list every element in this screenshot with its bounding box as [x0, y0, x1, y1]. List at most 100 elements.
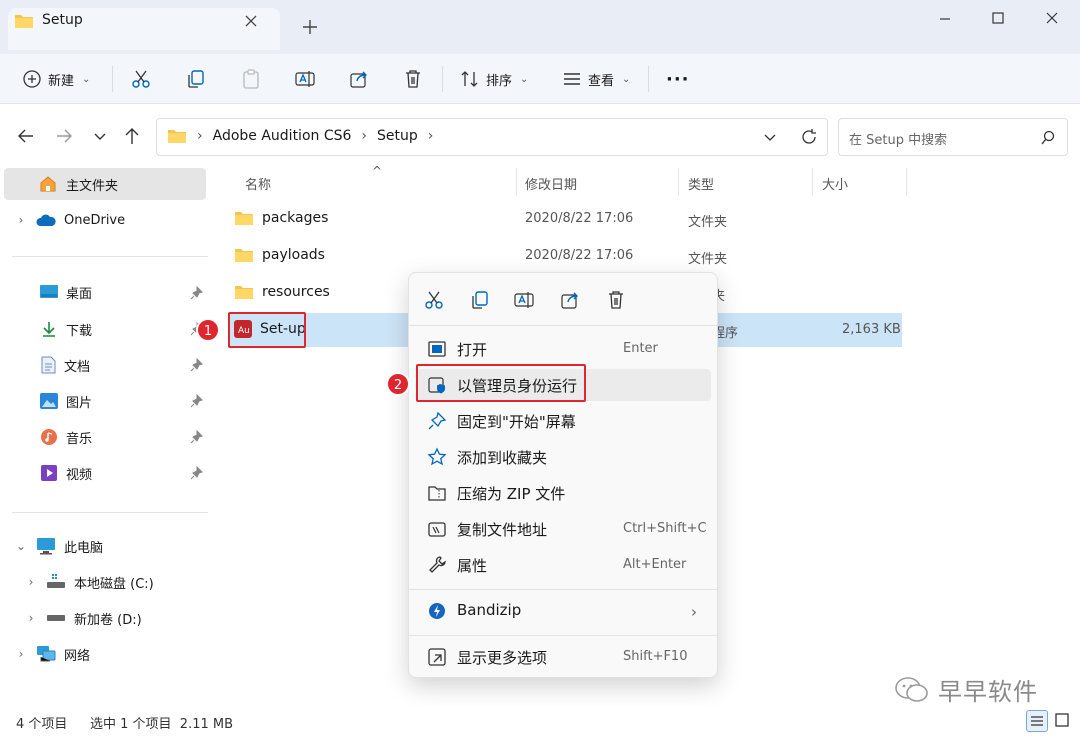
drive-c-icon: [47, 574, 65, 588]
menu-item-label: 压缩为 ZIP 文件: [457, 485, 566, 503]
refresh-icon[interactable]: [799, 127, 819, 147]
delete-button[interactable]: [402, 65, 424, 93]
chevron-down-icon[interactable]: [761, 128, 779, 146]
folder-icon: [235, 212, 253, 225]
download-icon: [43, 322, 55, 337]
divider: [409, 325, 717, 326]
column-header-modified[interactable]: 修改日期: [525, 174, 577, 193]
column-header-size[interactable]: 大小: [822, 174, 848, 193]
close-tab-icon[interactable]: [240, 10, 262, 32]
pin-icon[interactable]: [190, 286, 204, 300]
sidebar-item-documents[interactable]: 文档: [40, 349, 90, 381]
minimize-icon[interactable]: [930, 8, 960, 30]
column-separator[interactable]: [516, 168, 517, 196]
menu-item-copy-path[interactable]: 复制文件地址 Ctrl+Shift+C: [417, 513, 711, 545]
column-separator[interactable]: [678, 168, 679, 196]
menu-shortcut: Alt+Enter: [623, 557, 687, 572]
breadcrumb: › Adobe Audition CS6 › Setup ›: [167, 127, 433, 145]
column-separator[interactable]: [812, 168, 813, 196]
table-row[interactable]: payloads 2020/8/22 17:06 文件夹: [228, 239, 902, 273]
menu-item-compress-zip[interactable]: 压缩为 ZIP 文件: [417, 477, 711, 509]
sidebar-item-videos[interactable]: 视频: [40, 457, 92, 489]
sidebar-item-drive-c[interactable]: › 本地磁盘 (C:): [24, 566, 154, 598]
menu-item-open[interactable]: 打开 Enter: [417, 333, 711, 365]
address-bar[interactable]: › Adobe Audition CS6 › Setup ›: [156, 118, 828, 156]
share-button[interactable]: [348, 65, 370, 93]
back-icon[interactable]: [16, 126, 36, 146]
plus-circle-icon: [23, 70, 41, 88]
maximize-icon[interactable]: [984, 6, 1012, 30]
pin-icon[interactable]: [190, 394, 204, 408]
breadcrumb-item[interactable]: Setup: [377, 128, 418, 144]
copy-path-icon: [427, 519, 447, 539]
column-separator[interactable]: [906, 168, 907, 196]
forward-icon[interactable]: [54, 126, 74, 146]
trash-icon[interactable]: [605, 289, 627, 311]
chevron-down-icon: ⌄: [15, 539, 27, 553]
chevron-down-icon: ⌄: [82, 73, 91, 85]
sidebar-item-network[interactable]: › 网络: [14, 638, 90, 670]
pin-icon[interactable]: [190, 430, 204, 444]
chevron-down-icon: ⌄: [622, 73, 631, 85]
window-close-icon[interactable]: [1038, 6, 1066, 30]
sort-button[interactable]: 排序 ⌄: [460, 65, 528, 93]
sidebar-item-this-pc[interactable]: ⌄ 此电脑: [14, 530, 103, 562]
sidebar-item-onedrive[interactable]: › OneDrive: [14, 204, 126, 236]
chevron-right-icon: ›: [197, 128, 203, 144]
up-icon[interactable]: [122, 126, 142, 146]
highlight-box: [228, 312, 306, 348]
column-header-type[interactable]: 类型: [688, 174, 714, 193]
selection-info: 选中 1 个项目 2.11 MB: [90, 717, 234, 732]
sidebar-item-pictures[interactable]: 图片: [40, 385, 92, 417]
paste-button[interactable]: [240, 65, 262, 93]
cloud-icon: [36, 214, 56, 226]
menu-item-properties[interactable]: 属性 Alt+Enter: [417, 549, 711, 581]
pin-icon[interactable]: [190, 358, 204, 372]
menu-shortcut: Shift+F10: [623, 649, 688, 664]
sidebar-item-drive-d[interactable]: › 新加卷 (D:): [24, 602, 142, 634]
share-icon[interactable]: [559, 289, 581, 311]
breadcrumb-item[interactable]: Adobe Audition CS6: [213, 128, 352, 144]
sidebar-item-desktop[interactable]: 桌面: [40, 276, 92, 308]
table-row[interactable]: packages 2020/8/22 17:06 文件夹: [228, 202, 902, 236]
copy-icon[interactable]: [469, 289, 491, 311]
cut-button[interactable]: [130, 65, 152, 93]
divider: [409, 635, 717, 636]
more-options-button[interactable]: ···: [666, 65, 690, 93]
tiles-view-icon[interactable]: [1052, 710, 1074, 732]
scissors-icon[interactable]: [423, 289, 445, 311]
sidebar-item-label: 下载: [66, 323, 93, 339]
sort-label: 排序: [486, 73, 513, 89]
sidebar-item-music[interactable]: 音乐: [40, 421, 92, 453]
copy-button[interactable]: [185, 65, 207, 93]
sidebar-item-label: 文档: [64, 359, 91, 375]
menu-item-add-favorites[interactable]: 添加到收藏夹: [417, 441, 711, 473]
folder-icon: [235, 286, 253, 299]
details-view-icon[interactable]: [1026, 710, 1048, 732]
menu-item-pin-start[interactable]: 固定到"开始"屏幕: [417, 405, 711, 437]
watermark-text: 早早软件: [938, 678, 1038, 706]
menu-item-bandizip[interactable]: Bandizip ›: [417, 595, 711, 627]
search-box[interactable]: 在 Setup 中搜索: [838, 118, 1068, 156]
file-type: 文件夹: [688, 215, 728, 230]
column-header-name[interactable]: 名称: [245, 174, 271, 193]
pin-icon[interactable]: [190, 466, 204, 480]
menu-item-show-more[interactable]: 显示更多选项 Shift+F10: [417, 641, 711, 673]
zip-folder-icon: [427, 483, 447, 503]
menu-item-label: Bandizip: [457, 601, 522, 619]
sort-arrow-icon: ^: [372, 164, 383, 178]
watermark: 早早软件: [894, 672, 1038, 707]
sidebar-item-label: 网络: [64, 648, 91, 664]
rename-button[interactable]: [294, 65, 316, 93]
rename-icon[interactable]: [513, 289, 535, 311]
new-button[interactable]: 新建 ⌄: [22, 65, 90, 93]
item-count: 4 个项目: [16, 717, 68, 732]
sidebar-item-downloads[interactable]: 下载: [40, 313, 92, 345]
status-bar: 4 个项目 选中 1 个项目 2.11 MB: [0, 706, 1080, 736]
chevron-right-icon: ›: [691, 603, 697, 621]
new-tab-button[interactable]: [300, 17, 320, 37]
view-button[interactable]: 查看 ⌄: [562, 65, 630, 93]
recent-locations-icon[interactable]: [90, 126, 110, 146]
trash-icon: [406, 70, 420, 88]
sidebar-item-home[interactable]: 主文件夹: [4, 168, 206, 200]
